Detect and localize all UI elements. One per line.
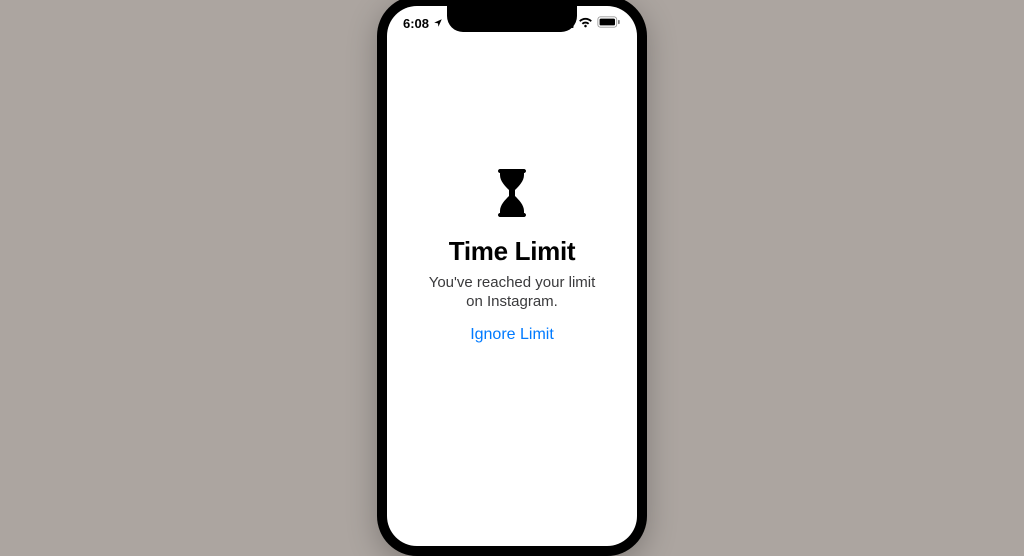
time-limit-title: Time Limit xyxy=(449,236,576,267)
hourglass-icon xyxy=(492,169,532,222)
screen-time-limit-view: Time Limit You've reached your limit on … xyxy=(387,6,637,546)
ignore-limit-button[interactable]: Ignore Limit xyxy=(470,326,554,344)
iphone-frame: 6:08 xyxy=(377,0,647,556)
phone-screen: 6:08 xyxy=(387,6,637,546)
time-limit-message-line2: on Instagram. xyxy=(466,292,558,312)
time-limit-message-line1: You've reached your limit xyxy=(429,273,596,293)
notch xyxy=(447,6,577,32)
